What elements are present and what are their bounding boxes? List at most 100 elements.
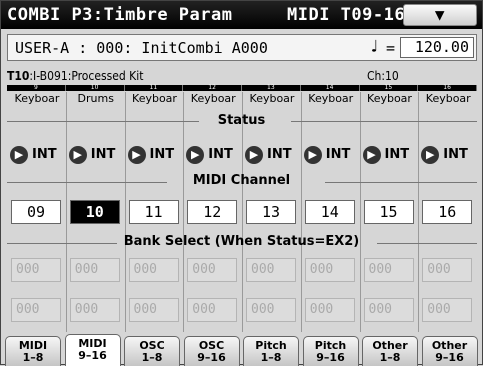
arrow-right-icon: ▶ — [245, 146, 263, 164]
status-value: INT — [267, 147, 292, 162]
status-value: INT — [149, 147, 175, 162]
tab-other-1-8[interactable]: Other 1–8 — [362, 336, 418, 366]
tab-other-9-16[interactable]: Other 9–16 — [421, 336, 478, 366]
column-divider — [359, 92, 361, 332]
timbre-name: T10:I-B091:Processed Kit — [7, 69, 143, 83]
bank-lsb-field[interactable]: 000 — [69, 298, 120, 322]
bank-msb-field[interactable]: 000 — [304, 258, 355, 282]
quarter-note-icon: ♩ — [369, 37, 380, 57]
program-bar[interactable]: USER-A : 000: InitCombi A000 ♩ = 120.00 — [7, 34, 477, 61]
arrow-right-icon: ▶ — [68, 146, 87, 164]
status-value: INT — [325, 147, 351, 162]
status-button[interactable]: ▶ INT — [186, 144, 240, 166]
status-button[interactable]: ▶ INT — [10, 144, 64, 166]
bank-msb-field[interactable]: 000 — [69, 258, 120, 282]
tab-pitch-9-16[interactable]: Pitch 9–16 — [302, 336, 359, 366]
bank-msb-field[interactable]: 000 — [246, 258, 296, 282]
status-button[interactable]: ▶ INT — [245, 144, 299, 166]
bank-lsb-field[interactable]: 000 — [246, 298, 296, 322]
tab-midi-9-16[interactable]: MIDI 9–16 — [64, 334, 121, 366]
status-button[interactable]: ▶ INT — [421, 144, 475, 166]
arrow-right-icon: ▶ — [362, 146, 381, 164]
midi-channel-field[interactable]: 16 — [422, 200, 473, 224]
status-button[interactable]: ▶ INT — [127, 144, 182, 166]
subpage-title: MIDI T09-16 — [287, 5, 406, 25]
bank-lsb-field[interactable]: 000 — [11, 298, 61, 322]
column-number: 12 — [183, 85, 242, 91]
bank-lsb-field[interactable]: 000 — [422, 298, 473, 322]
column-number: 14 — [300, 85, 360, 91]
timbre-number: T10 — [7, 69, 30, 83]
tab-label: Other — [372, 339, 408, 352]
timbre-type: Keyboar — [190, 92, 236, 105]
bank-lsb-field[interactable]: 000 — [128, 298, 179, 322]
bank-msb-field[interactable]: 000 — [363, 258, 414, 282]
status-label: Status — [217, 113, 266, 128]
timbre-type: Keyboar — [308, 92, 354, 105]
tab-range: 9–16 — [435, 351, 464, 364]
screen-frame: COMBI P3:Timbre Param MIDI T09-16 ▼ USER… — [0, 0, 483, 366]
timbre-type: Keyboar — [14, 92, 60, 105]
bank-lsb-field[interactable]: 000 — [304, 298, 355, 322]
tab-pitch-1-8[interactable]: Pitch 1–8 — [243, 336, 299, 366]
timbre-type: Keyboar — [425, 92, 471, 105]
timbre-program: :I-B091:Processed Kit — [29, 69, 144, 83]
page-title: COMBI P3:Timbre Param — [7, 5, 232, 25]
status-button[interactable]: ▶ INT — [68, 144, 123, 166]
column-divider — [242, 92, 243, 332]
bank-msb-field[interactable]: 000 — [422, 258, 473, 282]
midi-channel-field[interactable]: 15 — [363, 200, 414, 224]
timbre-info: T10:I-B091:Processed Kit Ch:10 — [7, 69, 477, 85]
bank-msb-field[interactable]: 000 — [187, 258, 238, 282]
column-number: 11 — [124, 85, 184, 91]
page-label: P3:Timbre Param — [71, 5, 233, 25]
midi-channel-field[interactable]: 11 — [128, 200, 179, 224]
status-value: INT — [90, 147, 116, 162]
midi-channel-field[interactable]: 09 — [11, 200, 61, 224]
status-value: INT — [32, 147, 57, 162]
tab-label: Other — [431, 339, 468, 352]
midi-channel-field[interactable]: 12 — [187, 200, 238, 224]
tab-label: MIDI — [78, 337, 107, 350]
status-value: INT — [384, 147, 410, 162]
midi-channel-field[interactable]: 14 — [304, 200, 355, 224]
tab-label: OSC — [139, 339, 165, 352]
column-number: 13 — [242, 85, 301, 91]
tempo-field[interactable]: 120.00 — [400, 37, 474, 58]
tab-range: 1–8 — [141, 351, 163, 364]
tab-range: 9–16 — [197, 351, 226, 364]
timbre-type: Keyboar — [367, 92, 412, 105]
bank-msb-field[interactable]: 000 — [11, 258, 61, 282]
arrow-right-icon: ▶ — [421, 146, 440, 164]
tab-range: 9–16 — [316, 351, 345, 364]
bank-lsb-field[interactable]: 000 — [187, 298, 238, 322]
tempo-equals: = — [386, 39, 396, 57]
bank-msb-field[interactable]: 000 — [128, 258, 179, 282]
bank-lsb-field[interactable]: 000 — [363, 298, 414, 322]
midi-channel-field[interactable]: 13 — [246, 200, 296, 224]
combi-name: USER-A : 000: InitCombi A000 — [15, 39, 268, 57]
column-divider — [418, 92, 420, 332]
title-bar: COMBI P3:Timbre Param MIDI T09-16 ▼ — [1, 1, 482, 29]
page-menu-button[interactable]: ▼ — [403, 4, 477, 26]
status-button[interactable]: ▶ INT — [362, 144, 417, 166]
tab-osc-1-8[interactable]: OSC 1–8 — [124, 336, 180, 366]
column-number: 10 — [65, 85, 125, 91]
mode-label: COMBI — [7, 5, 61, 25]
column-number: 16 — [418, 85, 477, 91]
arrow-right-icon: ▶ — [127, 146, 146, 164]
tab-range: 1–8 — [260, 351, 282, 364]
tab-label: MIDI — [18, 339, 48, 352]
tab-midi-1-8[interactable]: MIDI 1–8 — [5, 336, 61, 366]
tab-label: Pitch — [314, 339, 347, 352]
column-number: 15 — [359, 85, 419, 91]
midi-channel-label: MIDI Channel — [192, 173, 291, 188]
tab-osc-9-16[interactable]: OSC 9–16 — [183, 336, 240, 366]
midi-channel-field[interactable]: 10 — [69, 200, 120, 224]
timbre-type: Keyboar — [132, 92, 177, 105]
status-value: INT — [443, 147, 468, 162]
tab-label: Pitch — [255, 339, 287, 352]
timbre-type: Keyboar — [249, 92, 295, 105]
bank-select-label: Bank Select (When Status=EX2) — [123, 234, 360, 249]
status-button[interactable]: ▶ INT — [303, 144, 358, 166]
